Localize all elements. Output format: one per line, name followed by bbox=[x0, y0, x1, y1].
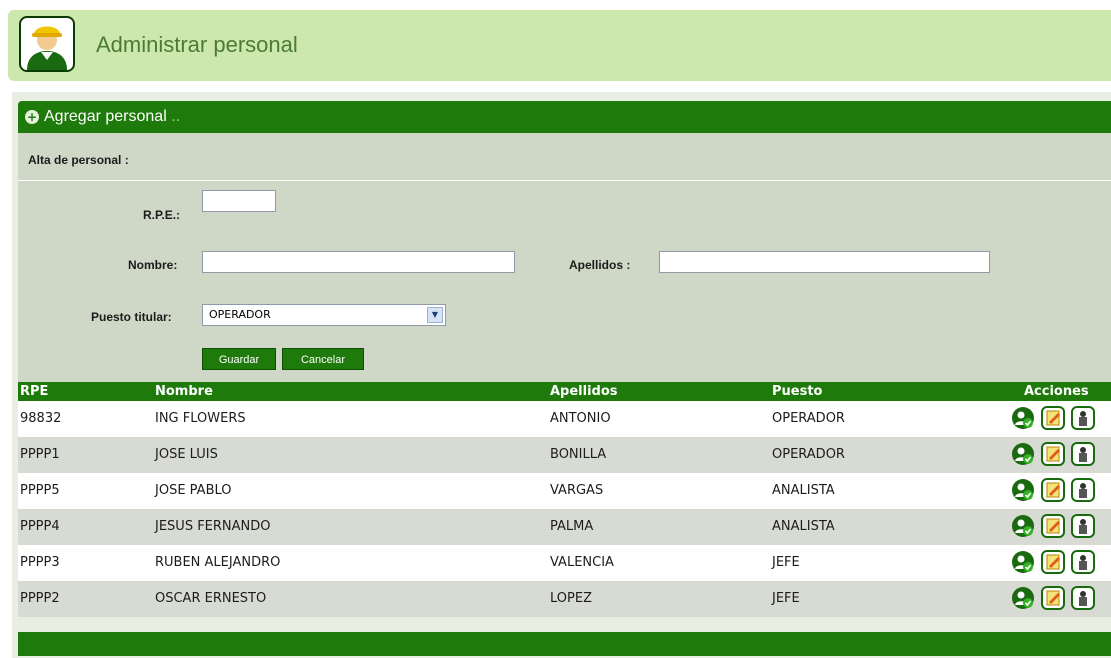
delete-user-icon[interactable] bbox=[1071, 550, 1095, 574]
add-personnel-dots: .. bbox=[171, 108, 181, 125]
table-row: PPPP2 OSCAR ERNESTO LOPEZ JEFE bbox=[18, 581, 1111, 617]
cell-nombre: OSCAR ERNESTO bbox=[155, 591, 267, 606]
apellidos-label: Apellidos : bbox=[569, 258, 631, 272]
cell-apellidos: PALMA bbox=[550, 519, 594, 534]
cell-rpe: PPPP4 bbox=[20, 519, 60, 534]
delete-user-icon[interactable] bbox=[1071, 442, 1095, 466]
save-button[interactable]: Guardar bbox=[202, 348, 276, 370]
column-header-puesto: Puesto bbox=[772, 384, 823, 399]
cell-apellidos: VALENCIA bbox=[550, 555, 614, 570]
apellidos-input[interactable] bbox=[659, 251, 990, 273]
cell-puesto: OPERADOR bbox=[772, 447, 845, 462]
assign-user-icon[interactable] bbox=[1011, 442, 1035, 466]
assign-user-icon[interactable] bbox=[1011, 406, 1035, 430]
chevron-down-icon[interactable]: ▼ bbox=[427, 307, 443, 323]
row-actions bbox=[1011, 586, 1111, 612]
cell-rpe: PPPP2 bbox=[20, 591, 60, 606]
cell-puesto: JEFE bbox=[772, 555, 800, 570]
column-header-acciones: Acciones bbox=[1024, 384, 1089, 399]
cell-puesto: OPERADOR bbox=[772, 411, 845, 426]
table-row: 98832 ING FLOWERS ANTONIO OPERADOR bbox=[18, 401, 1111, 437]
table-row: PPPP5 JOSE PABLO VARGAS ANALISTA bbox=[18, 473, 1111, 509]
cell-nombre: JESUS FERNANDO bbox=[155, 519, 271, 534]
nombre-label: Nombre: bbox=[128, 258, 178, 272]
cancel-button[interactable]: Cancelar bbox=[282, 348, 364, 370]
cell-apellidos: BONILLA bbox=[550, 447, 607, 462]
rpe-label: R.P.E.: bbox=[143, 208, 181, 222]
form-divider bbox=[18, 180, 1111, 181]
edit-icon[interactable] bbox=[1041, 442, 1065, 466]
row-actions bbox=[1011, 406, 1111, 432]
cell-rpe: PPPP5 bbox=[20, 483, 60, 498]
cell-apellidos: LOPEZ bbox=[550, 591, 592, 606]
page-header: Administrar personal bbox=[8, 10, 1111, 81]
cell-puesto: ANALISTA bbox=[772, 483, 835, 498]
delete-user-icon[interactable] bbox=[1071, 514, 1095, 538]
cell-nombre: RUBEN ALEJANDRO bbox=[155, 555, 281, 570]
puesto-label: Puesto titular: bbox=[91, 310, 172, 324]
cell-nombre: ING FLOWERS bbox=[155, 411, 246, 426]
edit-icon[interactable] bbox=[1041, 406, 1065, 430]
column-header-apellidos: Apellidos bbox=[550, 384, 618, 399]
delete-user-icon[interactable] bbox=[1071, 586, 1095, 610]
form-subtitle: Alta de personal : bbox=[28, 153, 129, 167]
page-title: Administrar personal bbox=[96, 32, 298, 57]
delete-user-icon[interactable] bbox=[1071, 406, 1095, 430]
nombre-input[interactable] bbox=[202, 251, 515, 273]
add-personnel-toggle[interactable]: + Agregar personal .. bbox=[18, 101, 1111, 133]
edit-icon[interactable] bbox=[1041, 478, 1065, 502]
table-row: PPPP3 RUBEN ALEJANDRO VALENCIA JEFE bbox=[18, 545, 1111, 581]
row-actions bbox=[1011, 478, 1111, 504]
table-row: PPPP1 JOSE LUIS BONILLA OPERADOR bbox=[18, 437, 1111, 473]
cell-apellidos: ANTONIO bbox=[550, 411, 611, 426]
cell-rpe: PPPP3 bbox=[20, 555, 60, 570]
delete-user-icon[interactable] bbox=[1071, 478, 1095, 502]
assign-user-icon[interactable] bbox=[1011, 514, 1035, 538]
cell-puesto: ANALISTA bbox=[772, 519, 835, 534]
cell-nombre: JOSE PABLO bbox=[155, 483, 232, 498]
cell-apellidos: VARGAS bbox=[550, 483, 604, 498]
cell-rpe: PPPP1 bbox=[20, 447, 60, 462]
puesto-select[interactable]: OPERADOR ▼ bbox=[202, 304, 446, 326]
worker-avatar-icon bbox=[19, 16, 75, 72]
rpe-input[interactable] bbox=[202, 190, 276, 212]
column-header-rpe: RPE bbox=[20, 384, 49, 399]
table-header: RPE Nombre Apellidos Puesto Acciones bbox=[18, 382, 1111, 401]
cell-nombre: JOSE LUIS bbox=[155, 447, 218, 462]
assign-user-icon[interactable] bbox=[1011, 550, 1035, 574]
plus-circle-icon: + bbox=[25, 110, 39, 124]
column-header-nombre: Nombre bbox=[155, 384, 213, 399]
content-panel: + Agregar personal .. Alta de personal :… bbox=[12, 92, 1111, 658]
cell-puesto: JEFE bbox=[772, 591, 800, 606]
cell-rpe: 98832 bbox=[20, 411, 62, 426]
assign-user-icon[interactable] bbox=[1011, 586, 1035, 610]
table-row: PPPP4 JESUS FERNANDO PALMA ANALISTA bbox=[18, 509, 1111, 545]
edit-icon[interactable] bbox=[1041, 550, 1065, 574]
table-footer bbox=[18, 632, 1111, 656]
row-actions bbox=[1011, 514, 1111, 540]
row-actions bbox=[1011, 442, 1111, 468]
assign-user-icon[interactable] bbox=[1011, 478, 1035, 502]
edit-icon[interactable] bbox=[1041, 586, 1065, 610]
edit-icon[interactable] bbox=[1041, 514, 1065, 538]
puesto-selected-value: OPERADOR bbox=[209, 308, 271, 321]
add-personnel-label: Agregar personal bbox=[44, 108, 167, 125]
row-actions bbox=[1011, 550, 1111, 576]
